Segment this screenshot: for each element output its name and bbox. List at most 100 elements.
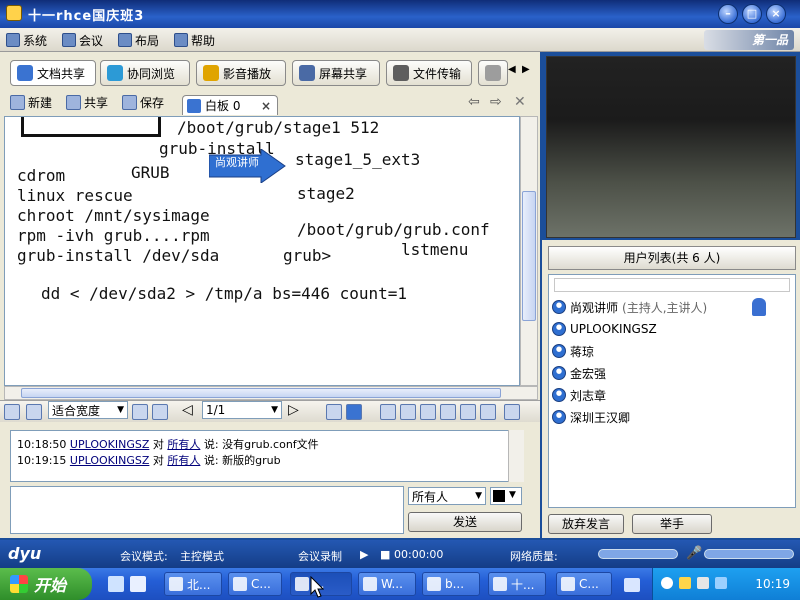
wb-text: GRUB <box>131 163 170 182</box>
quicklaunch-icon[interactable] <box>130 576 146 592</box>
tab-file-transfer[interactable]: 文件传输 <box>386 60 472 86</box>
menu-help[interactable]: 帮助 <box>174 32 215 48</box>
tray-icon[interactable] <box>679 577 691 589</box>
taskbar-item[interactable]: C... <box>556 572 612 596</box>
marker-icon[interactable] <box>480 404 496 420</box>
user-item[interactable]: 深圳王汉卿 <box>552 408 630 426</box>
grid-icon[interactable] <box>4 404 20 420</box>
mic-volume-bar[interactable] <box>704 549 794 559</box>
chat-input[interactable] <box>10 486 404 534</box>
user-item[interactable]: 尚观讲师 (主持人,主讲人) <box>552 298 707 316</box>
tray-icon[interactable] <box>697 577 709 589</box>
line-tool-icon[interactable] <box>504 404 520 420</box>
user-item[interactable]: 刘志章 <box>552 386 606 404</box>
meeting-mode-label: 会议模式: <box>120 550 168 563</box>
save-icon <box>122 94 137 110</box>
browser-icon <box>107 65 123 81</box>
pen-icon[interactable] <box>460 404 476 420</box>
chat-target-link[interactable]: 所有人 <box>167 454 200 467</box>
chat-user-link[interactable]: UPLOOKINGSZ <box>70 438 149 451</box>
chat-log: 10:18:50 UPLOOKINGSZ 对 所有人 说: 没有grub.con… <box>10 430 524 482</box>
tab-more[interactable] <box>478 60 508 86</box>
tray-icon[interactable] <box>715 577 727 589</box>
pointer-label: 尚观讲师 <box>215 156 259 169</box>
new-icon <box>10 94 25 110</box>
give-up-speaking-button[interactable]: 放弃发言 <box>548 514 624 534</box>
chat-user-link[interactable]: UPLOOKINGSZ <box>70 454 149 467</box>
zoom-mode-select[interactable]: 适合宽度 ▼ <box>48 401 128 419</box>
chat-target-link[interactable]: 所有人 <box>167 438 200 451</box>
user-item[interactable]: 金宏强 <box>552 364 606 382</box>
send-button[interactable]: 发送 <box>408 512 522 532</box>
whiteboard-canvas[interactable]: /boot/grub/stage1 512 grub-install cdrom… <box>4 116 520 386</box>
pointer-tool-icon[interactable] <box>346 404 362 420</box>
microphone-icon[interactable] <box>752 298 766 316</box>
text-tool-icon[interactable] <box>400 404 416 420</box>
menu-system[interactable]: 系统 <box>6 32 47 48</box>
text-color-select[interactable]: ▼ <box>490 487 522 505</box>
select-tool-icon[interactable] <box>326 404 342 420</box>
scroll-thumb[interactable] <box>522 191 536 321</box>
tab-scroll-right-icon[interactable]: ▶ <box>522 64 530 75</box>
laser-tool-icon[interactable] <box>380 404 396 420</box>
chat-scrollbar[interactable] <box>508 430 524 482</box>
close-tab-icon[interactable]: × <box>261 99 271 113</box>
task-label: b... <box>445 577 465 591</box>
taskbar-item[interactable]: b... <box>422 572 480 596</box>
user-item[interactable]: UPLOOKINGSZ <box>552 320 657 338</box>
start-button[interactable]: 开始 <box>0 568 92 600</box>
taskbar-item[interactable]: 北... <box>164 572 222 596</box>
save-button[interactable]: 保存 <box>122 92 164 112</box>
task-label: 北... <box>187 577 211 592</box>
taskbar-item[interactable]: 十... <box>488 572 546 596</box>
taskbar-item[interactable]: W... <box>358 572 416 596</box>
user-item[interactable]: 蒋琼 <box>552 342 594 360</box>
zoom-out-icon[interactable] <box>152 404 168 420</box>
canvas-horizontal-scrollbar[interactable] <box>4 386 538 400</box>
tab-scroll-left-icon[interactable]: ◀ <box>508 64 516 75</box>
raise-hand-button[interactable]: 举手 <box>632 514 712 534</box>
user-name: 深圳王汉卿 <box>570 410 631 425</box>
user-name: UPLOOKINGSZ <box>570 322 657 336</box>
app-icon <box>493 577 507 591</box>
menu-meeting[interactable]: 会议 <box>62 32 103 48</box>
chat-says: 说: <box>203 454 219 467</box>
scroll-thumb[interactable] <box>21 388 501 398</box>
minimize-button[interactable]: – <box>718 4 738 24</box>
keyboard-icon[interactable] <box>624 578 640 592</box>
back-arrow-icon[interactable]: ⇦ <box>468 94 480 110</box>
rotate-icon[interactable] <box>26 404 42 420</box>
userlist-search[interactable] <box>554 278 790 292</box>
next-page-icon[interactable]: ▷ <box>288 402 299 418</box>
prev-page-icon[interactable]: ◁ <box>182 402 193 418</box>
zoom-in-icon[interactable] <box>132 404 148 420</box>
tab-cobrowse[interactable]: 协同浏览 <box>100 60 190 86</box>
close-doc-icon[interactable]: ✕ <box>514 94 526 110</box>
app-icon <box>427 577 441 591</box>
record-play-icon[interactable]: ▶ <box>360 548 368 561</box>
canvas-vertical-scrollbar[interactable] <box>520 116 538 386</box>
tab-media[interactable]: 影音播放 <box>196 60 286 86</box>
new-button[interactable]: 新建 <box>10 92 52 112</box>
microphone-icon[interactable]: 🎤 <box>686 546 702 561</box>
taskbar-item[interactable]: C... <box>228 572 282 596</box>
eraser-icon[interactable] <box>420 404 436 420</box>
maximize-button[interactable]: □ <box>742 4 762 24</box>
close-button[interactable]: × <box>766 4 786 24</box>
tab-whiteboard[interactable]: 白板 0 × <box>182 95 278 115</box>
tab-document-share[interactable]: 文档共享 <box>10 60 96 86</box>
menu-layout[interactable]: 布局 <box>118 32 159 48</box>
app-icon <box>169 577 183 591</box>
page-select[interactable]: 1/1 ▼ <box>202 401 282 419</box>
more-icon <box>485 65 501 81</box>
highlighter-icon[interactable] <box>440 404 456 420</box>
share-button[interactable]: 共享 <box>66 92 108 112</box>
record-stop-icon[interactable]: ■ <box>380 548 390 561</box>
forward-arrow-icon[interactable]: ⇨ <box>490 94 502 110</box>
quicklaunch-icon[interactable] <box>108 576 124 592</box>
speaker-volume-bar[interactable] <box>598 549 678 559</box>
tray-icon[interactable] <box>661 577 673 589</box>
tab-screen-share[interactable]: 屏幕共享 <box>292 60 380 86</box>
recipient-select[interactable]: 所有人 ▼ <box>408 487 486 505</box>
media-icon <box>203 65 219 81</box>
